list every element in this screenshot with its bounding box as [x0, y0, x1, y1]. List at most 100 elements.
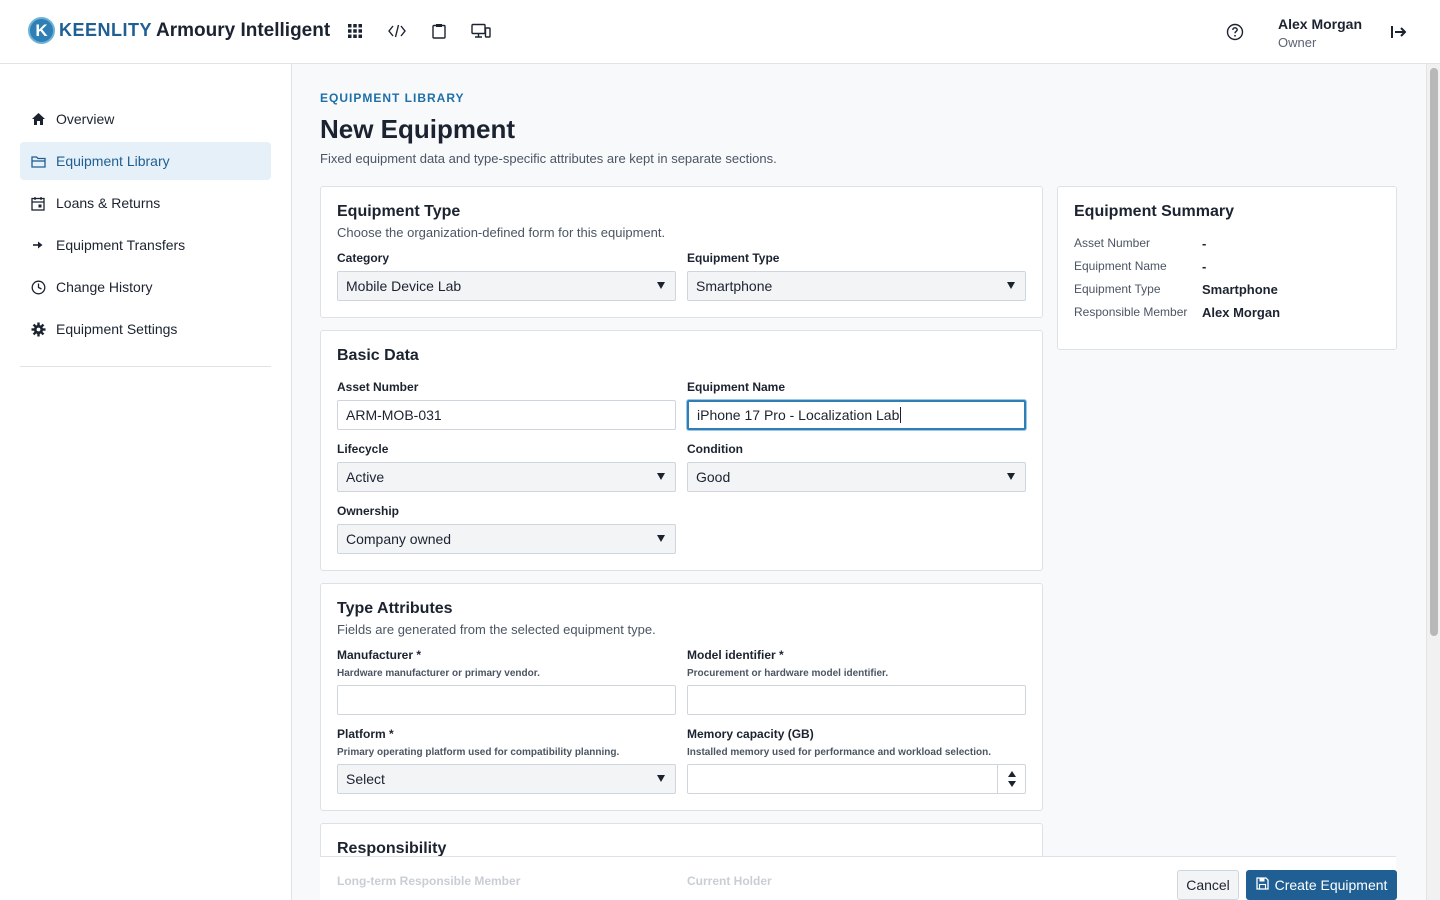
- create-equipment-label: Create Equipment: [1274, 877, 1388, 893]
- clock-icon: [30, 279, 46, 295]
- condition-select[interactable]: Good: [687, 462, 1026, 492]
- text-cursor: [900, 407, 902, 423]
- platform-select[interactable]: Select: [337, 764, 676, 794]
- sidebar-nav: Overview Equipment Library Loans & Retur…: [20, 100, 271, 352]
- condition-value: Good: [696, 469, 731, 485]
- manufacturer-label: Manufacturer *: [337, 648, 422, 662]
- breadcrumb: EQUIPMENT LIBRARY: [320, 91, 465, 105]
- condition-label: Condition: [687, 442, 743, 456]
- logo-mark: K: [28, 17, 55, 44]
- manufacturer-help: Hardware manufacturer or primary vendor.: [337, 668, 540, 679]
- calendar-icon: [30, 195, 46, 211]
- equipment-name-input[interactable]: iPhone 17 Pro - Localization Lab: [687, 400, 1026, 430]
- ownership-value: Company owned: [346, 531, 452, 547]
- summary-equipment-name-label: Equipment Name: [1074, 259, 1167, 273]
- memory-capacity-input[interactable]: [687, 764, 1026, 794]
- summary-title: Equipment Summary: [1074, 203, 1235, 220]
- model-identifier-help: Procurement or hardware model identifier…: [687, 668, 889, 679]
- sidebar: Overview Equipment Library Loans & Retur…: [0, 64, 292, 900]
- lifecycle-value: Active: [346, 469, 385, 485]
- decrement-icon[interactable]: [1007, 781, 1016, 787]
- sidebar-item-equipment-settings[interactable]: Equipment Settings: [20, 310, 271, 348]
- create-equipment-button[interactable]: Create Equipment: [1246, 870, 1397, 900]
- memory-capacity-label: Memory capacity (GB): [687, 727, 814, 741]
- basic-data-card: Basic Data Asset Number ARM-MOB-031 Equi…: [320, 330, 1043, 571]
- devices-icon[interactable]: [470, 20, 492, 42]
- code-icon[interactable]: [386, 20, 408, 42]
- model-identifier-input[interactable]: [687, 685, 1026, 715]
- equipment-name-value: iPhone 17 Pro - Localization Lab: [697, 407, 900, 423]
- platform-help: Primary operating platform used for comp…: [337, 747, 620, 758]
- long-term-responsible-label: Long-term Responsible Member: [337, 874, 521, 888]
- sidebar-item-label: Equipment Library: [56, 153, 170, 169]
- platform-value: Select: [346, 771, 385, 787]
- page-subtitle: Fixed equipment data and type-specific a…: [320, 151, 777, 166]
- sidebar-item-label: Loans & Returns: [56, 195, 161, 211]
- chevron-down-icon: [657, 282, 665, 289]
- lifecycle-select[interactable]: Active: [337, 462, 676, 492]
- chevron-down-icon: [657, 775, 665, 782]
- sidebar-item-overview[interactable]: Overview: [20, 100, 271, 138]
- platform-label: Platform *: [337, 727, 394, 741]
- sidebar-divider: [20, 366, 271, 367]
- faded-field-labels: Long-term Responsible Member Current Hol…: [320, 868, 1040, 900]
- sidebar-item-loans-returns[interactable]: Loans & Returns: [20, 184, 271, 222]
- card-title: Basic Data: [337, 347, 419, 364]
- help-icon[interactable]: [1225, 22, 1245, 42]
- asset-number-input[interactable]: ARM-MOB-031: [337, 400, 676, 430]
- sidebar-item-label: Equipment Transfers: [56, 237, 186, 253]
- increment-icon[interactable]: [1007, 771, 1016, 777]
- clipboard-icon[interactable]: [428, 20, 450, 42]
- summary-asset-number-value: -: [1202, 236, 1207, 251]
- summary-equipment-type-value: Smartphone: [1202, 282, 1278, 297]
- sidebar-item-label: Equipment Settings: [56, 321, 178, 337]
- save-icon: [1255, 877, 1269, 893]
- equipment-type-card: Equipment Type Choose the organization-d…: [320, 186, 1043, 318]
- current-holder-label: Current Holder: [687, 874, 772, 888]
- equipment-type-value: Smartphone: [696, 278, 773, 294]
- cancel-button[interactable]: Cancel: [1177, 870, 1239, 900]
- page-title: New Equipment: [320, 114, 516, 144]
- logo[interactable]: K KEENLITY: [28, 17, 152, 44]
- type-attributes-card: Type Attributes Fields are generated fro…: [320, 583, 1043, 811]
- logout-icon[interactable]: [1388, 21, 1410, 43]
- equipment-type-label: Equipment Type: [687, 251, 780, 265]
- page-scrollbar[interactable]: [1426, 64, 1440, 900]
- sidebar-item-equipment-library[interactable]: Equipment Library: [20, 142, 271, 180]
- summary-responsible-member-value: Alex Morgan: [1202, 305, 1281, 320]
- user-info[interactable]: Alex Morgan Owner: [1278, 16, 1362, 50]
- manufacturer-input[interactable]: [337, 685, 676, 715]
- grid-icon[interactable]: [344, 20, 366, 42]
- summary-equipment-type-label: Equipment Type: [1074, 282, 1161, 296]
- number-stepper[interactable]: [997, 765, 1025, 793]
- user-name: Alex Morgan: [1278, 16, 1363, 32]
- arrow-right-icon: [30, 237, 46, 253]
- chevron-down-icon: [1007, 473, 1015, 480]
- card-title: Type Attributes: [337, 600, 453, 617]
- asset-number-label: Asset Number: [337, 380, 419, 394]
- summary-asset-number-label: Asset Number: [1074, 236, 1151, 250]
- top-bar: K KEENLITY Armoury Intelligent Alex Morg…: [0, 0, 1440, 64]
- sidebar-item-label: Overview: [56, 111, 115, 127]
- sidebar-item-label: Change History: [56, 279, 153, 295]
- gear-icon: [30, 321, 46, 337]
- scrollbar-thumb[interactable]: [1430, 68, 1438, 636]
- chevron-down-icon: [1007, 282, 1015, 289]
- card-subtitle: Fields are generated from the selected e…: [337, 622, 656, 637]
- chevron-down-icon: [657, 535, 665, 542]
- equipment-summary-card: Equipment Summary Asset Number - Equipme…: [1057, 186, 1397, 350]
- app-title: Armoury Intelligent: [156, 20, 331, 41]
- equipment-type-select[interactable]: Smartphone: [687, 271, 1026, 301]
- category-select[interactable]: Mobile Device Lab: [337, 271, 676, 301]
- sidebar-item-change-history[interactable]: Change History: [20, 268, 271, 306]
- sidebar-item-equipment-transfers[interactable]: Equipment Transfers: [20, 226, 271, 264]
- equipment-name-label: Equipment Name: [687, 380, 786, 394]
- category-value: Mobile Device Lab: [346, 278, 462, 294]
- category-label: Category: [337, 251, 390, 265]
- summary-responsible-member-label: Responsible Member: [1074, 305, 1188, 319]
- ownership-select[interactable]: Company owned: [337, 524, 676, 554]
- home-icon: [30, 111, 46, 127]
- ownership-label: Ownership: [337, 504, 400, 518]
- folder-icon: [30, 153, 46, 169]
- card-subtitle: Choose the organization-defined form for…: [337, 225, 666, 240]
